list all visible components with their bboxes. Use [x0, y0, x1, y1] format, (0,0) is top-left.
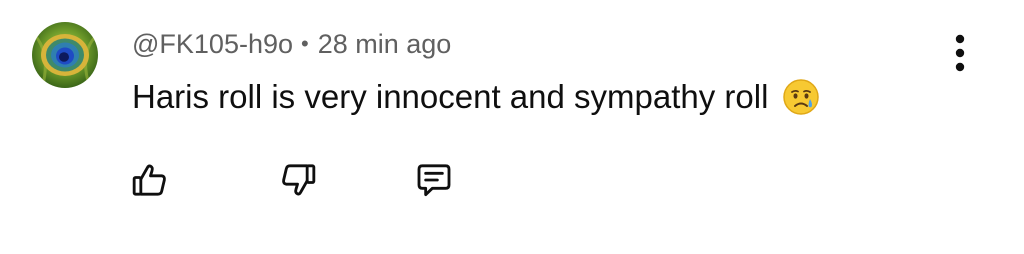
- comment-timestamp[interactable]: 28 min ago: [318, 29, 452, 60]
- thumbs-down-icon: [282, 164, 316, 196]
- dislike-button[interactable]: [274, 156, 322, 204]
- avatar[interactable]: [32, 22, 98, 88]
- thumbs-up-icon: [132, 164, 166, 196]
- crying-face-icon: [782, 78, 820, 116]
- more-options-button[interactable]: [940, 28, 980, 78]
- like-button[interactable]: [126, 156, 174, 204]
- comment-icon: [417, 164, 451, 197]
- comment-body: Haris roll is very innocent and sympathy…: [132, 74, 820, 120]
- more-vert-icon: [955, 34, 965, 72]
- author-handle[interactable]: @FK105-h9o: [132, 29, 293, 60]
- comment-meta: @FK105-h9o • 28 min ago: [132, 24, 451, 64]
- peacock-feather-avatar-icon: [32, 22, 98, 88]
- comment-text: Haris roll is very innocent and sympathy…: [132, 78, 769, 115]
- reply-button[interactable]: [410, 156, 458, 204]
- meta-separator: •: [301, 31, 309, 56]
